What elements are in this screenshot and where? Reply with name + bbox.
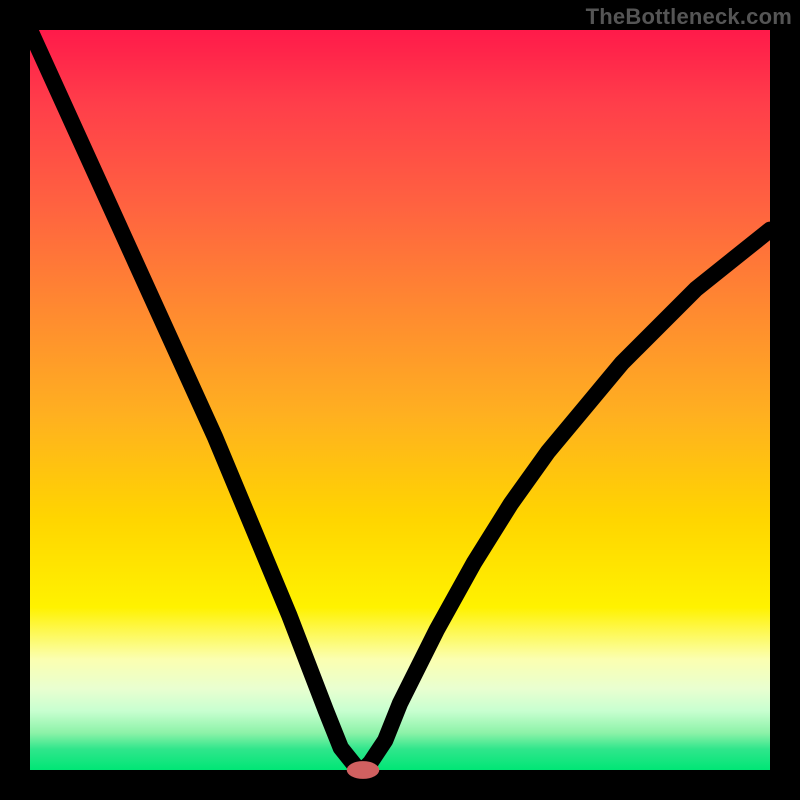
bottleneck-curve <box>30 30 770 770</box>
plot-area <box>30 30 770 770</box>
watermark-label: TheBottleneck.com <box>586 4 792 30</box>
minimum-marker <box>347 761 380 779</box>
chart-frame: TheBottleneck.com <box>0 0 800 800</box>
chart-svg <box>30 30 770 770</box>
